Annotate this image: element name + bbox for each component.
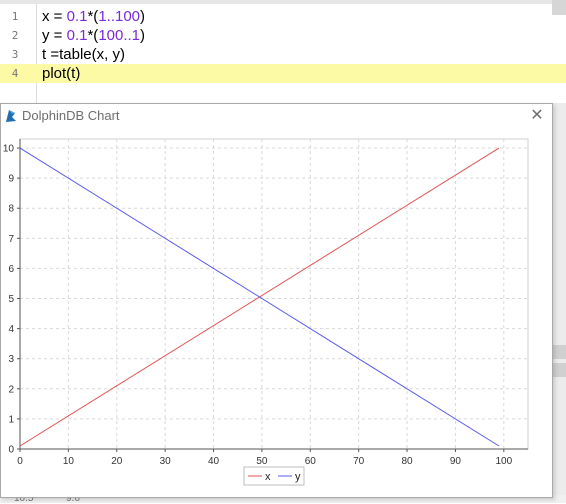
code-token: )	[140, 8, 146, 25]
x-tick-label: 20	[111, 456, 123, 467]
y-tick-label: 2	[8, 384, 14, 395]
code-line[interactable]: 3 t =table(x, y)	[0, 45, 566, 64]
plot-background	[19, 138, 529, 450]
close-icon[interactable]: ✕	[529, 108, 545, 124]
x-tick-label: 70	[353, 456, 365, 467]
code-line[interactable]: 1 x = 0.1*(1..100)	[0, 7, 566, 26]
y-tick-label: 9	[8, 174, 14, 185]
x-tick-label: 40	[208, 456, 220, 467]
x-tick-label: 100	[495, 456, 512, 467]
code-text[interactable]: x = 0.1*(1..100)	[42, 7, 145, 26]
code-editor[interactable]: 1x = 0.1*(1..100) 2 y = 0.1*(100..1) 3 t =ta…	[0, 0, 566, 103]
x-tick-label: 80	[401, 456, 413, 467]
y-tick-label: 1	[8, 414, 14, 425]
code-line[interactable]: 2 y = 0.1*(100..1)	[0, 26, 566, 45]
number-literal: 1..100	[98, 8, 141, 25]
code-token: x =	[42, 8, 67, 25]
line-number: 4	[11, 67, 19, 80]
y-tick-label: 4	[8, 324, 14, 335]
line-chart: 0 10 20 30 40 50 60 70 80 90 100 0 1 2 3 4 5 6 7 8 9 10 x y	[3, 138, 529, 486]
y-tick-label: 6	[8, 264, 14, 275]
x-tick-label: 90	[450, 456, 462, 467]
code-token: y =	[42, 27, 67, 44]
code-token: )	[140, 27, 146, 44]
code-token: t =table(x, y)	[42, 46, 125, 63]
chart-window-title: DolphinDB Chart	[22, 108, 120, 123]
background-panel-right	[553, 103, 566, 503]
number-literal: 0.1	[66, 27, 88, 44]
code-text[interactable]: plot(t)	[42, 64, 80, 83]
number-literal: 0.1	[66, 8, 88, 25]
y-tick-label: 7	[8, 234, 14, 245]
code-token: *(	[87, 8, 99, 25]
x-tick-label: 0	[17, 456, 23, 467]
y-tick-label: 3	[8, 354, 14, 365]
x-tick-label: 10	[63, 456, 75, 467]
code-token: plot(t)	[42, 65, 81, 82]
number-literal: 100..1	[98, 27, 141, 44]
y-tick-label: 10	[3, 144, 15, 155]
x-tick-label: 60	[305, 456, 317, 467]
dolphindb-logo-icon	[6, 110, 16, 122]
line-number: 1	[11, 10, 19, 23]
line-number: 3	[11, 48, 19, 61]
chart-window[interactable]: DolphinDB Chart ✕ 0 10 20 30 40 50 60 70 80 90 100…	[0, 103, 553, 498]
legend-label-y: y	[295, 471, 301, 483]
y-tick-label: 8	[8, 204, 14, 215]
chart-window-titlebar[interactable]: DolphinDB Chart ✕	[1, 104, 552, 129]
code-text[interactable]: t =table(x, y)	[42, 45, 125, 64]
y-tick-label: 5	[8, 294, 14, 305]
line-number: 2	[11, 29, 19, 42]
code-line[interactable]: 4 plot(t)	[0, 64, 566, 83]
x-tick-label: 30	[160, 456, 172, 467]
editor-top-border	[0, 0, 566, 4]
y-tick-label: 0	[8, 445, 14, 456]
x-tick-label: 50	[256, 456, 268, 467]
background-toolbar-strip	[553, 345, 566, 359]
background-toolbar-strip	[553, 363, 566, 377]
code-token: *(	[87, 27, 99, 44]
code-text[interactable]: y = 0.1*(100..1)	[42, 26, 145, 45]
legend-label-x: x	[265, 471, 271, 483]
plot-area: 0 10 20 30 40 50 60 70 80 90 100 0 1 2 3 4 5 6 7 8 9 10 x y	[1, 129, 552, 497]
